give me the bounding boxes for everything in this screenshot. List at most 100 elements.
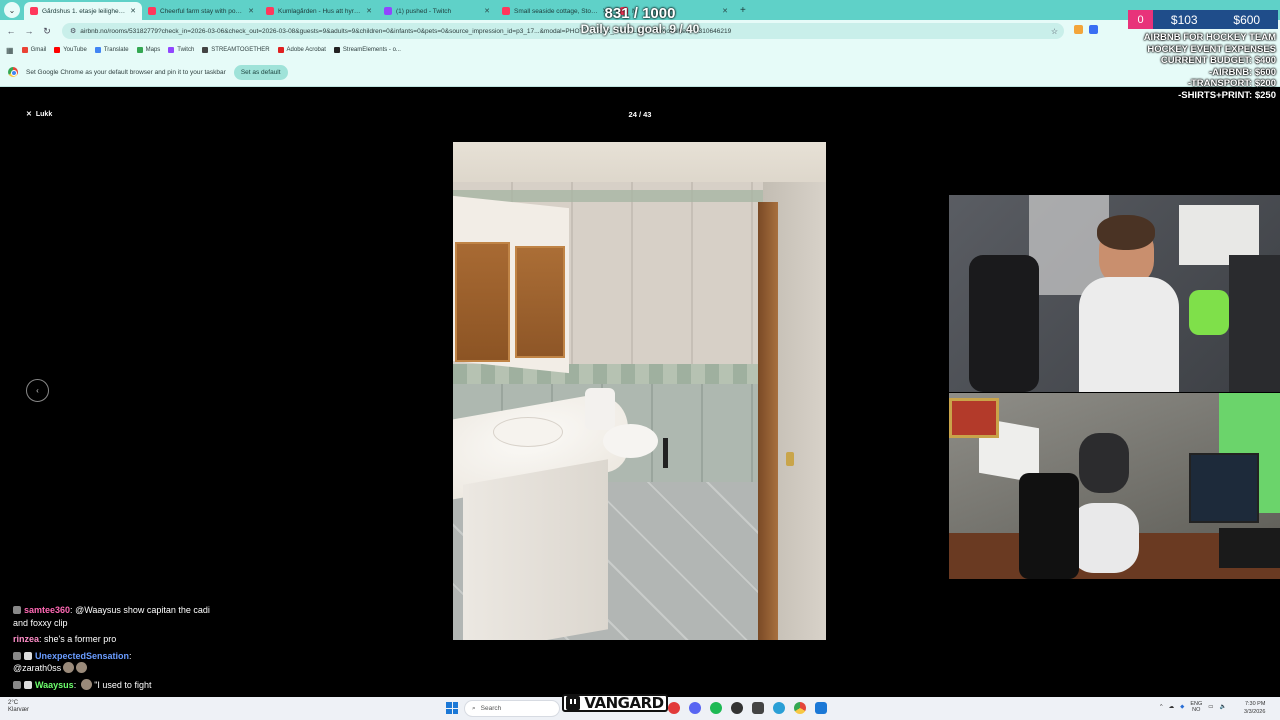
apps-grid-icon[interactable]: ▦ bbox=[6, 46, 14, 55]
bookmark-label: Gmail bbox=[30, 47, 47, 53]
tab-title: (1) pushed - Twitch bbox=[396, 7, 452, 15]
airbnb-favicon-icon bbox=[502, 7, 510, 15]
tab-close-icon[interactable]: ✕ bbox=[248, 7, 254, 15]
vangard-overlay: VANGARD bbox=[562, 694, 668, 712]
tab-search-icon[interactable]: ⌄ bbox=[4, 2, 20, 18]
chat-badge-icon bbox=[24, 680, 32, 689]
daily-sub-goal: Daily sub goal: 9 / 40 bbox=[580, 22, 700, 36]
obs-icon[interactable] bbox=[731, 702, 743, 714]
budget-line: -TRANSPORT: $200 bbox=[1187, 78, 1276, 89]
previous-photo-button[interactable]: ‹ bbox=[26, 379, 49, 402]
chat-message: rinzea: she's a former pro bbox=[13, 634, 117, 644]
tab-0[interactable]: Gårdshus 1. etasje leilighet. Ha ✕ bbox=[24, 2, 142, 20]
donation-blue-panel: $103 $600 bbox=[1153, 10, 1278, 29]
tray-app-icon[interactable]: ◆ bbox=[1180, 704, 1184, 710]
language-indicator[interactable]: ENG NO bbox=[1190, 701, 1202, 713]
chrome-logo-icon bbox=[8, 67, 18, 77]
twitch-icon bbox=[168, 47, 175, 53]
site-info-icon[interactable]: ⚙ bbox=[70, 27, 76, 35]
chat-text: she's a former pro bbox=[44, 634, 117, 644]
extension-icon[interactable] bbox=[1074, 25, 1083, 34]
discord-icon[interactable] bbox=[689, 702, 701, 714]
tab-close-icon[interactable]: ✕ bbox=[366, 7, 372, 15]
bookmark-label: Maps bbox=[145, 47, 161, 53]
tab-title: Kumlagården - Hus att hyra i & bbox=[278, 7, 363, 15]
taskbar-search[interactable]: ⌕ Search bbox=[464, 700, 560, 717]
onedrive-icon[interactable]: ☁ bbox=[1169, 704, 1175, 710]
tab-close-icon[interactable]: ✕ bbox=[722, 7, 728, 15]
forward-icon[interactable]: → bbox=[22, 26, 36, 36]
bookmark-youtube[interactable]: YouTube bbox=[54, 47, 87, 53]
tray-chevron-icon[interactable]: ^ bbox=[1160, 704, 1163, 710]
back-icon[interactable]: ← bbox=[4, 26, 18, 36]
default-browser-infobar: Set Google Chrome as your default browse… bbox=[0, 58, 1280, 87]
chat-badge-icon bbox=[13, 651, 21, 660]
bookmark-streamelements[interactable]: StreamElements - o... bbox=[333, 47, 401, 53]
bookmark-label: Translate bbox=[103, 47, 129, 53]
tab-close-icon[interactable]: ✕ bbox=[484, 7, 490, 15]
weather-widget[interactable]: 2°C Klarvær bbox=[8, 700, 29, 714]
bookmark-label: Twitch bbox=[177, 47, 195, 53]
webcam-feed bbox=[949, 393, 1280, 579]
chat-badge-icon bbox=[24, 651, 32, 660]
acrobat-icon bbox=[277, 47, 284, 53]
chat-overlay: samtee360: @Waaysus show capitan the cad… bbox=[13, 604, 213, 695]
bookmark-translate[interactable]: Translate bbox=[94, 47, 129, 53]
set-as-default-button[interactable]: Set as default bbox=[233, 64, 288, 80]
streamtogether-icon bbox=[202, 47, 209, 53]
weather-desc: Klarvær bbox=[8, 707, 30, 713]
extension-icon[interactable] bbox=[1089, 25, 1098, 34]
tab-title: Gårdshus 1. etasje leilighet. Ha bbox=[42, 7, 127, 15]
emote-icon bbox=[63, 662, 75, 673]
budget-line: -SHIRTS+PRINT: $250 bbox=[1178, 89, 1276, 101]
bookmark-label: Adobe Acrobat bbox=[286, 47, 326, 53]
sub-count: 831 / 1000 bbox=[604, 5, 676, 22]
donation-amount: $103 bbox=[1170, 12, 1198, 27]
chat-badge-icon bbox=[13, 606, 21, 614]
app-icon[interactable] bbox=[815, 702, 827, 714]
spotify-icon[interactable] bbox=[710, 702, 722, 714]
airbnb-favicon-icon bbox=[266, 7, 274, 15]
bookmark-twitch[interactable]: Twitch bbox=[168, 47, 194, 53]
emote-icon bbox=[76, 662, 88, 673]
terminal-icon[interactable] bbox=[752, 702, 764, 714]
emote-icon bbox=[80, 678, 92, 690]
tab-1[interactable]: Cheerful farm stay with pool a ✕ bbox=[142, 2, 260, 20]
edge-icon[interactable] bbox=[773, 702, 785, 714]
chat-username: samtee360 bbox=[24, 605, 71, 615]
bookmark-star-icon[interactable]: ☆ bbox=[1051, 27, 1058, 36]
tab-2[interactable]: Kumlagården - Hus att hyra i & ✕ bbox=[260, 2, 378, 20]
chat-message: samtee360: @Waaysus show capitan the cad… bbox=[13, 605, 210, 628]
youtube-icon bbox=[54, 47, 61, 53]
tab-title: Cheerful farm stay with pool a bbox=[160, 7, 245, 15]
windows-start-icon[interactable] bbox=[446, 702, 458, 714]
close-button[interactable]: ✕ Lukk bbox=[26, 110, 52, 119]
bookmark-adobe[interactable]: Adobe Acrobat bbox=[277, 47, 326, 53]
volume-icon[interactable]: 🔈 bbox=[1219, 704, 1226, 710]
new-tab-icon[interactable]: + bbox=[740, 5, 746, 16]
close-icon: ✕ bbox=[26, 111, 32, 118]
chat-message: Waaysus: "I used to fight bbox=[13, 678, 213, 692]
bookmark-label: STREAMTOGETHER bbox=[211, 47, 270, 53]
bookmark-maps[interactable]: Maps bbox=[136, 47, 161, 53]
twitch-favicon-icon bbox=[384, 7, 392, 15]
bookmark-gmail[interactable]: Gmail bbox=[21, 47, 47, 53]
airbnb-favicon-icon bbox=[148, 7, 156, 15]
gmail-icon bbox=[21, 47, 28, 53]
system-clock[interactable]: 7:30 PM 3/3/2026 bbox=[1244, 700, 1265, 716]
chat-badge-icon bbox=[13, 680, 21, 689]
bookmark-label: YouTube bbox=[63, 47, 87, 53]
tab-3[interactable]: (1) pushed - Twitch ✕ bbox=[378, 2, 496, 20]
vangard-label: VANGARD bbox=[584, 694, 664, 712]
airbnb-favicon-icon bbox=[30, 7, 38, 15]
network-icon[interactable]: ▭ bbox=[1208, 704, 1213, 710]
bookmark-streamtogether[interactable]: STREAMTOGETHER bbox=[202, 47, 270, 53]
tab-close-icon[interactable]: ✕ bbox=[130, 7, 136, 15]
webcam-feed bbox=[949, 195, 1280, 392]
chat-text: "I used to fight bbox=[94, 679, 152, 690]
clock-date: 3/3/2026 bbox=[1244, 709, 1266, 715]
chrome-icon[interactable] bbox=[794, 702, 806, 714]
chat-text: @zarath0ss bbox=[13, 663, 62, 673]
reload-icon[interactable]: ↻ bbox=[40, 26, 54, 37]
app-icon[interactable] bbox=[668, 702, 680, 714]
